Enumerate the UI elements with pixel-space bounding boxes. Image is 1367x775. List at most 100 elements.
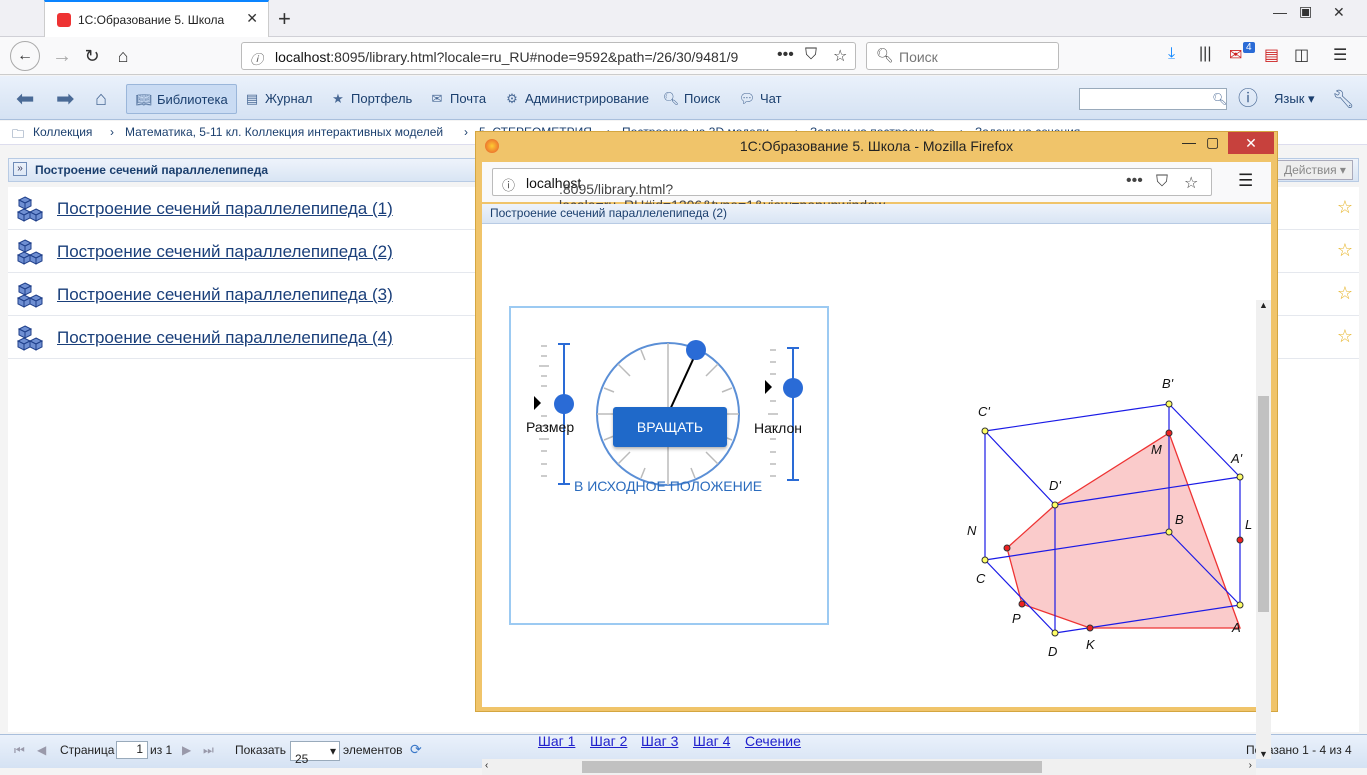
breadcrumb-item[interactable]: Математика, 5-11 кл. Коллекция интеракти…	[125, 125, 443, 139]
prev-page-icon[interactable]: ◀	[37, 743, 46, 757]
vertex-label: B'	[1162, 376, 1174, 391]
popup-maximize-icon[interactable]: ▢	[1206, 134, 1219, 151]
popup-title: 1С:Образование 5. Школа - Mozilla Firefo…	[739, 138, 1014, 154]
popup-url-bar[interactable]: ⓘ localhost:8095/library.html?locale=ru_…	[492, 168, 1212, 213]
favorite-star-icon[interactable]: ☆	[1337, 283, 1353, 304]
of-label: из 1	[150, 743, 173, 757]
maximize-icon[interactable]: ▣	[1299, 3, 1312, 20]
vertex-label: C	[976, 571, 986, 586]
item-link[interactable]: Построение сечений параллелепипеда (4)	[57, 328, 393, 348]
tab-close-icon[interactable]: ✕	[246, 10, 258, 27]
size-slider[interactable]	[534, 343, 574, 485]
size-label: Размер	[526, 419, 575, 435]
page-size-select[interactable]: 25 ▾	[290, 741, 340, 766]
popup-pocket-icon[interactable]: ⛉	[1156, 173, 1168, 191]
mail-icon[interactable]: ✉	[1229, 45, 1242, 65]
item-link[interactable]: Построение сечений параллелепипеда (2)	[57, 242, 393, 262]
last-page-icon[interactable]: ⏭	[203, 743, 214, 758]
app-home-icon[interactable]: ⌂	[95, 84, 107, 114]
page-input[interactable]: 1	[116, 741, 148, 759]
reload-icon[interactable]: ↻	[77, 42, 107, 70]
app-toolbar: ⬅ ➡ ⌂ 📖︎ Библиотека ▤ Журнал ★ Портфель ✉ По…	[0, 76, 1367, 120]
app-back-icon[interactable]: ⬅	[16, 84, 34, 114]
toolbar-portfolio[interactable]: ★ Портфель	[329, 84, 412, 114]
elements-label: элементов	[343, 743, 403, 757]
refresh-icon[interactable]: ⟳	[410, 741, 422, 758]
star-icon: ★	[332, 91, 344, 106]
browser-tab[interactable]: 1С:Образование 5. Школа ✕	[44, 0, 269, 37]
popup-close-icon[interactable]: ✕	[1228, 132, 1274, 154]
popup-bookmark-icon[interactable]: ☆	[1184, 173, 1198, 193]
url-bar[interactable]: ⓘ localhost:8095/library.html?locale=ru_…	[241, 42, 856, 70]
next-page-icon[interactable]: ▶	[182, 743, 191, 757]
sidebar-icon[interactable]: ◫	[1294, 45, 1309, 65]
download-icon[interactable]: ⤓	[1168, 45, 1175, 63]
step-3-link[interactable]: Шаг 3	[641, 733, 678, 749]
toolbar-admin[interactable]: ⚙ Администрирование	[503, 84, 649, 114]
reset-link[interactable]: В ИСХОДНОЕ ПОЛОЖЕНИЕ	[574, 478, 762, 494]
breadcrumb-item[interactable]: Коллекция	[33, 125, 92, 139]
toolbar-chat[interactable]: 💬︎ Чат	[738, 84, 782, 114]
vertical-scroll-thumb[interactable]	[1258, 396, 1269, 612]
page-actions-icon[interactable]: •••	[777, 46, 794, 64]
vertex-label: P	[1012, 611, 1021, 626]
tilt-label: Наклон	[754, 420, 803, 436]
home-icon[interactable]: ⌂	[108, 42, 138, 70]
library-icon[interactable]: |||	[1199, 45, 1211, 63]
horizontal-scrollbar[interactable]: ‹ ›	[482, 759, 1256, 775]
page-label: Страница	[60, 743, 115, 757]
app-forward-icon[interactable]: ➡	[56, 84, 74, 114]
section-link[interactable]: Сечение	[745, 733, 801, 749]
help-icon[interactable]: ⓘ	[1238, 84, 1258, 114]
toolbar-admin-label: Администрирование	[525, 91, 649, 106]
item-link[interactable]: Построение сечений параллелепипеда (1)	[57, 199, 393, 219]
expand-icon[interactable]: »	[13, 162, 27, 176]
app-search-input[interactable]	[1079, 88, 1227, 110]
horizontal-scroll-thumb[interactable]	[582, 761, 1042, 773]
toolbar-search[interactable]: 🔍︎ Поиск	[662, 84, 720, 114]
menu-icon[interactable]: ☰	[1333, 45, 1347, 65]
vertex-label: L	[1245, 517, 1252, 532]
back-icon[interactable]: ←	[10, 41, 40, 71]
info-icon[interactable]: ⓘ	[250, 49, 263, 68]
scroll-down-icon[interactable]: ▼	[1259, 749, 1268, 759]
language-label: Язык	[1274, 91, 1305, 106]
scroll-left-icon[interactable]: ‹	[485, 760, 488, 771]
step-4-link[interactable]: Шаг 4	[693, 733, 730, 749]
first-page-icon[interactable]: ⏮	[14, 743, 25, 758]
rotate-button[interactable]: ВРАЩАТЬ	[613, 407, 727, 447]
language-menu[interactable]: Язык ▾	[1274, 84, 1315, 114]
forward-icon[interactable]: →	[47, 42, 77, 70]
popup-info-icon[interactable]: ⓘ	[502, 175, 515, 194]
toolbar-library[interactable]: 📖︎ Библиотека	[126, 84, 237, 114]
toolbar-journal[interactable]: ▤ Журнал	[243, 84, 313, 114]
popup-page-actions-icon[interactable]: •••	[1126, 172, 1143, 190]
step-2-link[interactable]: Шаг 2	[590, 733, 627, 749]
vertex-label: A	[1231, 620, 1241, 635]
app-search-icon[interactable]: 🔍︎	[1212, 84, 1227, 114]
parallelepiped-figure[interactable]: B' C' A' D' M N B L C P A D K	[956, 359, 1256, 659]
scroll-up-icon[interactable]: ▲	[1259, 300, 1268, 310]
addon-icon[interactable]: ▤	[1264, 45, 1279, 65]
window-close-icon[interactable]: ✕	[1333, 4, 1345, 21]
step-1-link[interactable]: Шаг 1	[538, 733, 575, 749]
minimize-icon[interactable]: —	[1273, 4, 1287, 20]
browser-search-field[interactable]: 🔍︎ Поиск	[866, 42, 1059, 70]
breadcrumb-folder-icon: 🗀︎	[12, 127, 25, 141]
toolbar-mail[interactable]: ✉ Почта	[428, 84, 487, 114]
actions-button[interactable]: Действия ▾	[1277, 160, 1353, 180]
settings-icon[interactable]: 🔧︎	[1332, 84, 1355, 114]
vertex-label: M	[1151, 442, 1162, 457]
new-tab-icon[interactable]: +	[278, 6, 291, 32]
item-link[interactable]: Построение сечений параллелепипеда (3)	[57, 285, 393, 305]
favorite-star-icon[interactable]: ☆	[1337, 326, 1353, 347]
favorite-star-icon[interactable]: ☆	[1337, 197, 1353, 218]
popup-menu-icon[interactable]: ☰	[1238, 171, 1253, 191]
scroll-right-icon[interactable]: ›	[1249, 760, 1252, 771]
tilt-slider[interactable]	[765, 347, 803, 481]
pocket-icon[interactable]: ⛉	[805, 46, 817, 64]
popup-minimize-icon[interactable]: —	[1182, 134, 1196, 150]
bookmark-star-icon[interactable]: ☆	[833, 46, 847, 66]
favorite-star-icon[interactable]: ☆	[1337, 240, 1353, 261]
vertical-scrollbar[interactable]: ▲ ▼	[1256, 300, 1271, 759]
